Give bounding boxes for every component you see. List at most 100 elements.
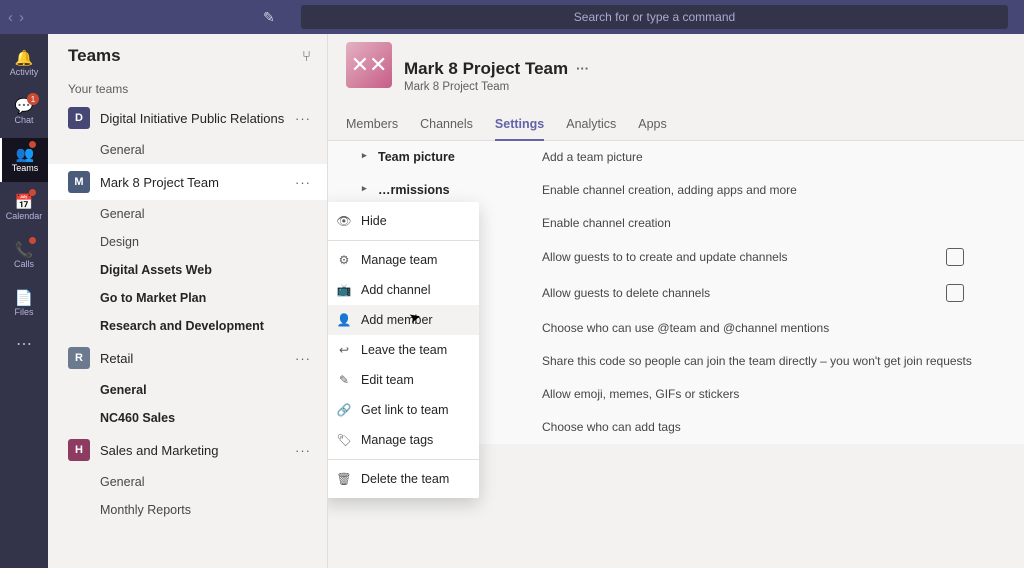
- menu-item-label: Manage team: [361, 253, 437, 267]
- files-icon: 📄: [15, 291, 34, 306]
- team-name-label: Sales and Marketing: [100, 443, 285, 458]
- menu-item-icon: 👁: [337, 214, 351, 228]
- setting-desc: Choose who can use @team and @channel me…: [542, 321, 1004, 335]
- calls-icon: 📞: [15, 243, 34, 258]
- channel-item[interactable]: General: [48, 468, 327, 496]
- rail-item-activity[interactable]: 🔔Activity: [0, 42, 48, 86]
- menu-item-add-member[interactable]: 👤Add member: [328, 305, 479, 335]
- team-name-label: Retail: [100, 351, 285, 366]
- setting-label: Team picture: [378, 150, 455, 164]
- badge-dot: [29, 189, 36, 196]
- menu-item-edit-team[interactable]: ✎ Edit team: [328, 365, 479, 395]
- tab-members[interactable]: Members: [346, 109, 398, 141]
- menu-item-icon: ⚙: [337, 253, 351, 267]
- teams-panel: Teams ⑂ Your teams D Digital Initiative …: [48, 34, 328, 568]
- team-name-label: Digital Initiative Public Relations: [100, 111, 285, 126]
- team-context-menu: 👁Hide ⚙ Manage team 📺 Add channel 👤Add member…: [328, 202, 479, 498]
- menu-separator: [328, 240, 479, 241]
- setting-option-label: Allow guests to to create and update cha…: [542, 250, 788, 264]
- checkbox[interactable]: [946, 248, 964, 266]
- rail-item-calendar[interactable]: 📅Calendar: [0, 186, 48, 230]
- channel-item[interactable]: Digital Assets Web: [48, 256, 327, 284]
- chevron-right-icon: ▸: [362, 183, 370, 197]
- rail-item-files[interactable]: 📄Files: [0, 282, 48, 326]
- team-name-label: Mark 8 Project Team: [100, 175, 285, 190]
- setting-desc: Enable channel creation, adding apps and…: [542, 183, 1004, 197]
- setting-label: …rmissions: [378, 183, 450, 197]
- menu-item-icon: 📺: [337, 283, 351, 297]
- team-more-button[interactable]: ···: [295, 443, 319, 458]
- rail-item-chat[interactable]: 💬Chat1: [0, 90, 48, 134]
- app-rail: 🔔Activity💬Chat1👥Teams📅Calendar📞Calls📄Fil…: [0, 34, 48, 568]
- calendar-icon: 📅: [15, 195, 34, 210]
- search-input[interactable]: Search for or type a command: [301, 5, 1008, 29]
- menu-item-get-link-to-team[interactable]: 🔗Get link to team: [328, 395, 479, 425]
- team-more-button[interactable]: ···: [295, 111, 319, 126]
- menu-item-label: Manage tags: [361, 433, 433, 447]
- menu-item-icon: ↩: [337, 343, 351, 357]
- team-row[interactable]: M Mark 8 Project Team ···: [48, 164, 327, 200]
- setting-desc: Allow emoji, memes, GIFs or stickers: [542, 387, 1004, 401]
- setting-desc: Add a team picture: [542, 150, 1004, 164]
- menu-item-leave-the-team[interactable]: ↩Leave the team: [328, 335, 479, 365]
- channel-item[interactable]: General: [48, 200, 327, 228]
- setting-desc: Share this code so people can join the t…: [542, 354, 1004, 368]
- team-row[interactable]: D Digital Initiative Public Relations ··…: [48, 100, 327, 136]
- channel-item[interactable]: General: [48, 136, 327, 164]
- menu-item-label: Edit team: [361, 373, 414, 387]
- team-more-icon[interactable]: ···: [576, 61, 589, 76]
- menu-item-label: Add channel: [361, 283, 431, 297]
- channel-item[interactable]: Monthly Reports: [48, 496, 327, 524]
- tab-apps[interactable]: Apps: [638, 109, 667, 141]
- team-avatar[interactable]: ✕✕: [346, 42, 392, 88]
- menu-separator: [328, 459, 479, 460]
- title-bar: ‹ › ✎ Search for or type a command: [0, 0, 1024, 34]
- nav-back-icon[interactable]: ‹: [8, 9, 13, 26]
- channel-item[interactable]: Research and Development: [48, 312, 327, 340]
- settings-row[interactable]: ▸Team pictureAdd a team picture: [328, 141, 1024, 174]
- team-row[interactable]: H Sales and Marketing ···: [48, 432, 327, 468]
- nav-forward-icon[interactable]: ›: [19, 9, 24, 26]
- team-avatar-small: R: [68, 347, 90, 369]
- team-row[interactable]: R Retail ···: [48, 340, 327, 376]
- tab-channels[interactable]: Channels: [420, 109, 473, 141]
- badge-dot: [29, 141, 36, 148]
- channel-item[interactable]: Design: [48, 228, 327, 256]
- team-title: Mark 8 Project Team ···: [404, 59, 589, 79]
- panel-title: Teams: [68, 46, 121, 66]
- setting-desc: Choose who can add tags: [542, 420, 1004, 434]
- setting-option-label: Allow guests to delete channels: [542, 286, 710, 300]
- menu-item-icon: 🗑: [337, 472, 351, 486]
- tab-analytics[interactable]: Analytics: [566, 109, 616, 141]
- menu-item-icon: 👤: [337, 313, 351, 327]
- menu-item-delete-the-team[interactable]: 🗑 Delete the team: [328, 464, 479, 494]
- team-avatar-small: D: [68, 107, 90, 129]
- badge-dot: [29, 237, 36, 244]
- channel-item[interactable]: NC460 Sales: [48, 404, 327, 432]
- activity-icon: 🔔: [15, 51, 34, 66]
- channel-item[interactable]: General: [48, 376, 327, 404]
- rail-item-calls[interactable]: 📞Calls: [0, 234, 48, 278]
- menu-item-icon: ✎: [337, 373, 351, 387]
- rail-item-teams[interactable]: 👥Teams: [0, 138, 48, 182]
- rail-more-icon[interactable]: ⋯: [16, 334, 32, 354]
- section-label: Your teams: [48, 78, 327, 100]
- checkbox[interactable]: [946, 284, 964, 302]
- team-more-button[interactable]: ···: [295, 351, 319, 366]
- main-content: ✕✕ Mark 8 Project Team ··· Mark 8 Projec…: [328, 34, 1024, 568]
- menu-item-manage-tags[interactable]: 🏷Manage tags: [328, 425, 479, 455]
- compose-icon[interactable]: ✎: [263, 9, 275, 25]
- menu-item-manage-team[interactable]: ⚙ Manage team: [328, 245, 479, 275]
- menu-item-label: Delete the team: [361, 472, 449, 486]
- team-avatar-small: M: [68, 171, 90, 193]
- filter-icon[interactable]: ⑂: [302, 48, 311, 65]
- team-avatar-small: H: [68, 439, 90, 461]
- team-more-button[interactable]: ···: [295, 175, 319, 190]
- menu-item-add-channel[interactable]: 📺 Add channel: [328, 275, 479, 305]
- menu-item-hide[interactable]: 👁Hide: [328, 206, 479, 236]
- badge: 1: [27, 93, 39, 105]
- menu-item-label: Get link to team: [361, 403, 449, 417]
- tab-settings[interactable]: Settings: [495, 109, 544, 141]
- channel-item[interactable]: Go to Market Plan: [48, 284, 327, 312]
- setting-desc: Enable channel creation: [542, 216, 1004, 230]
